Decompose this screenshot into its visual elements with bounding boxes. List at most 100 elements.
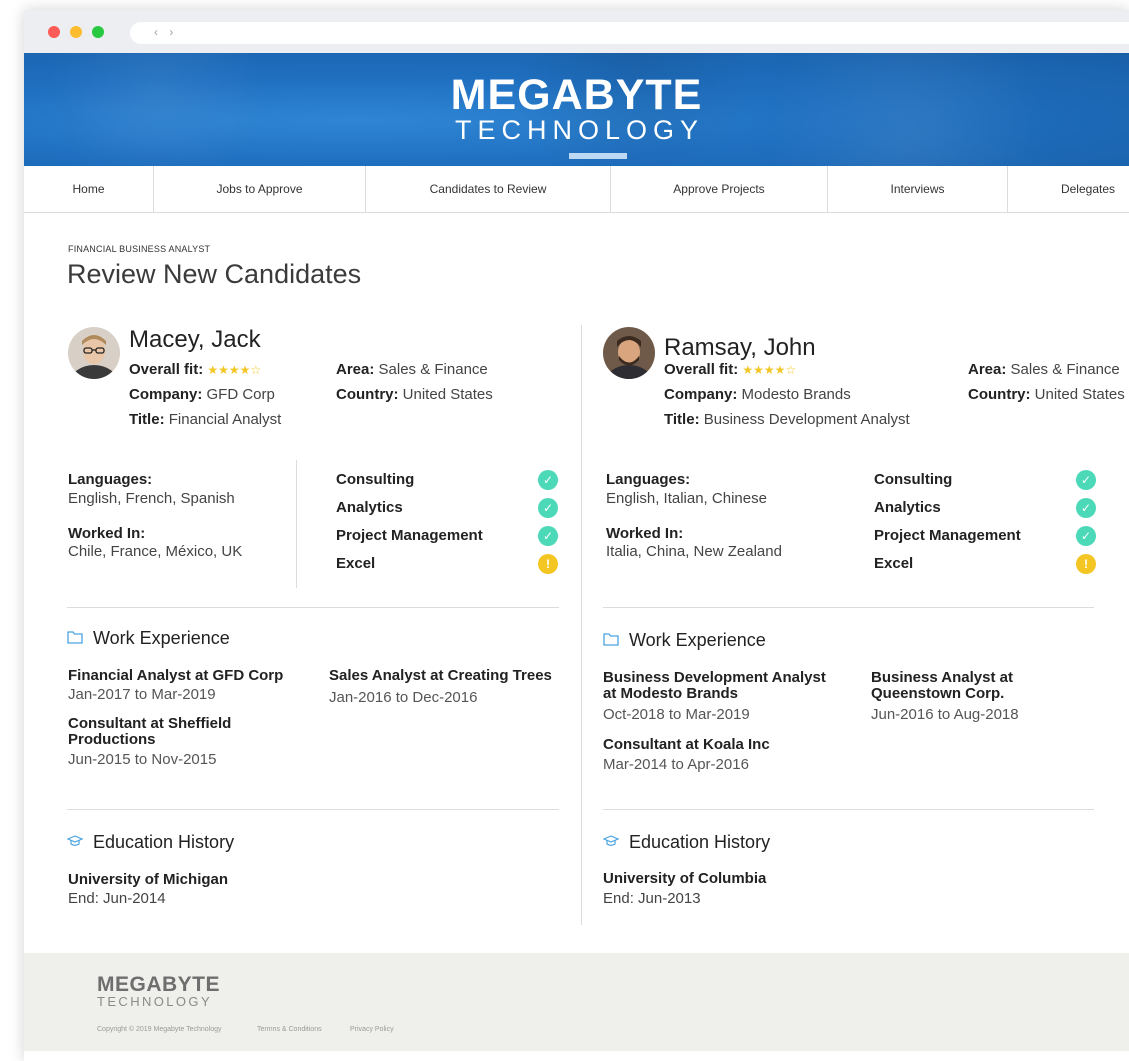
education-history-label: Education History: [629, 832, 771, 852]
maximize-window-button[interactable]: [92, 26, 104, 38]
education-history-heading: Education History: [602, 832, 771, 853]
education-history-label: Education History: [93, 832, 235, 852]
title-label: Title:: [129, 411, 165, 428]
header-banner: MEGABYTE TECHNOLOGY: [24, 53, 1129, 166]
nav-candidates-to-review[interactable]: Candidates to Review: [366, 166, 611, 212]
check-icon: ✓: [1076, 526, 1096, 546]
browser-chrome: ‹ ›: [24, 10, 1129, 53]
overall-fit-label: Overall fit:: [664, 361, 739, 378]
brand-logo[interactable]: MEGABYTE TECHNOLOGY: [24, 74, 1129, 146]
check-icon: ✓: [538, 526, 558, 546]
check-icon: ✓: [538, 470, 558, 490]
footer: MEGABYTE TECHNOLOGY Copyright © 2019 Meg…: [24, 953, 1129, 1051]
title-label: Title:: [664, 411, 700, 428]
nav-approve-projects[interactable]: Approve Projects: [611, 166, 828, 212]
work-experience-label: Work Experience: [629, 630, 766, 650]
skill-name: Project Management: [336, 527, 483, 544]
area-value: Sales & Finance: [1010, 361, 1120, 378]
check-icon: ✓: [1076, 470, 1096, 490]
page-title: Review New Candidates: [67, 259, 362, 289]
title-value: Financial Analyst: [168, 411, 282, 428]
avatar-photo-icon: [603, 327, 655, 379]
education-end: End: Jun-2013: [603, 890, 701, 907]
skill-name: Project Management: [874, 527, 1021, 544]
company-row: Company: GFD Corp: [129, 386, 275, 403]
school-name: University of Columbia: [603, 870, 767, 887]
rating-stars-icon: ★★★★☆: [742, 363, 797, 377]
avatar-photo-icon: [68, 327, 120, 379]
worked-in-label: Worked In:: [606, 525, 684, 542]
job-dates: Jun-2016 to Aug-2018: [871, 706, 1019, 723]
education-history-heading: Education History: [66, 832, 235, 853]
rating-stars-icon: ★★★★☆: [207, 363, 262, 377]
overall-fit: Overall fit: ★★★★☆: [664, 361, 796, 378]
warning-icon: !: [1076, 554, 1096, 574]
job-title: Financial Analyst at GFD Corp: [68, 667, 284, 684]
country-label: Country:: [968, 386, 1031, 403]
area-row: Area: Sales & Finance: [968, 361, 1120, 378]
company-row: Company: Modesto Brands: [664, 386, 851, 403]
job-dates: Jan-2016 to Dec-2016: [329, 689, 478, 706]
skill-name: Consulting: [336, 471, 415, 488]
languages-value: English, French, Spanish: [68, 490, 235, 507]
job-dates: Oct-2018 to Mar-2019: [603, 706, 750, 723]
job-title: Sales Analyst at Creating Trees: [329, 667, 552, 684]
work-experience-heading: Work Experience: [67, 628, 230, 649]
back-forward-icon[interactable]: ‹ ›: [154, 25, 177, 39]
school-name: University of Michigan: [68, 871, 229, 888]
country-row: Country: United States: [336, 386, 493, 403]
avatar: [603, 327, 655, 379]
nav-home[interactable]: Home: [24, 166, 154, 212]
candidate-name[interactable]: Macey, Jack: [129, 326, 261, 354]
address-bar[interactable]: ‹ ›: [130, 22, 1129, 44]
warning-icon: !: [538, 554, 558, 574]
privacy-link[interactable]: Privacy Policy: [350, 1026, 394, 1033]
country-value: United States: [402, 386, 493, 403]
close-window-button[interactable]: [48, 26, 60, 38]
skill-name: Excel: [874, 555, 914, 572]
company-label: Company:: [664, 386, 738, 403]
title-value: Business Development Analyst: [703, 411, 910, 428]
area-value: Sales & Finance: [378, 361, 488, 378]
job-title: Business Analyst at Queenstown Corp.: [871, 669, 1013, 702]
graduation-cap-icon: [66, 834, 85, 852]
work-experience-label: Work Experience: [93, 628, 230, 648]
minimize-window-button[interactable]: [70, 26, 82, 38]
job-dates: Jan-2017 to Mar-2019: [68, 686, 216, 703]
logo-underline: [569, 153, 627, 159]
area-row: Area: Sales & Finance: [336, 361, 488, 378]
column-divider: [581, 325, 582, 925]
languages-label: Languages:: [68, 471, 153, 488]
languages-label: Languages:: [606, 471, 691, 488]
check-icon: ✓: [1076, 498, 1096, 518]
terms-link[interactable]: Termns & Conditions: [257, 1026, 322, 1033]
company-value: Modesto Brands: [741, 386, 851, 403]
country-label: Country:: [336, 386, 399, 403]
languages-value: English, Italian, Chinese: [606, 490, 767, 507]
job-title: Consultant at Koala Inc: [603, 736, 770, 753]
check-icon: ✓: [538, 498, 558, 518]
folder-icon: [603, 632, 621, 650]
job-title: Business Development Analyst at Modesto …: [603, 669, 826, 702]
area-label: Area:: [968, 361, 1007, 378]
company-value: GFD Corp: [206, 386, 275, 403]
skill-name: Excel: [336, 555, 376, 572]
main-nav: Home Jobs to Approve Candidates to Revie…: [24, 166, 1129, 213]
footer-logo-bottom: TECHNOLOGY: [97, 994, 213, 1009]
skills-divider: [296, 460, 297, 588]
area-label: Area:: [336, 361, 375, 378]
worked-in-value: Chile, France, México, UK: [68, 543, 243, 560]
work-experience-heading: Work Experience: [603, 630, 766, 651]
section-divider: [67, 809, 559, 810]
section-divider: [67, 607, 559, 608]
candidate-name[interactable]: Ramsay, John: [664, 334, 816, 362]
skill-name: Consulting: [874, 471, 953, 488]
country-value: United States: [1034, 386, 1125, 403]
worked-in-value: Italia, China, New Zealand: [606, 543, 782, 560]
nav-interviews[interactable]: Interviews: [828, 166, 1008, 212]
nav-jobs-to-approve[interactable]: Jobs to Approve: [154, 166, 366, 212]
copyright-text: Copyright © 2019 Megabyte Technology: [97, 1026, 222, 1033]
graduation-cap-icon: [602, 834, 621, 852]
title-row: Title: Financial Analyst: [129, 411, 281, 428]
nav-delegates[interactable]: Delegates: [1008, 166, 1129, 212]
